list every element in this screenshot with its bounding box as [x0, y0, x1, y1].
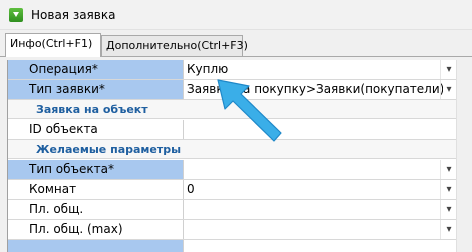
area-max-label: Пл. общ. (max): [8, 220, 184, 239]
operation-value[interactable]: Куплю: [185, 60, 443, 79]
row-request-type[interactable]: Тип заявки* Заявки на покупку>Заявки(пок…: [8, 80, 472, 100]
partial-row-label: [8, 240, 184, 252]
request-type-value[interactable]: Заявки на покупку>Заявки(покупатели)>: [185, 80, 443, 99]
row-area[interactable]: Пл. общ. ▾: [8, 200, 472, 220]
section-desired-params: Желаемые параметры: [8, 140, 472, 159]
row-object-id[interactable]: ID объекта: [8, 120, 472, 140]
chevron-down-icon[interactable]: ▾: [440, 180, 457, 199]
request-type-label: Тип заявки*: [8, 80, 184, 99]
object-id-label: ID объекта: [8, 120, 184, 139]
object-type-label: Тип объекта*: [8, 160, 184, 179]
row-area-max[interactable]: Пл. общ. (max) ▾: [8, 220, 472, 240]
tab-strip: Инфо(Ctrl+F1) Дополнительно(Ctrl+F3): [0, 30, 472, 57]
section-object-request: Заявка на объект: [8, 100, 472, 119]
rooms-value[interactable]: 0: [185, 180, 443, 199]
chevron-down-icon[interactable]: ▾: [440, 200, 457, 219]
tab-info[interactable]: Инфо(Ctrl+F1): [5, 33, 101, 57]
vertical-scrollbar[interactable]: [456, 60, 472, 252]
chevron-down-icon[interactable]: ▾: [440, 220, 457, 239]
row-rooms[interactable]: Комнат 0 ▾: [8, 180, 472, 200]
object-type-value[interactable]: [185, 160, 443, 179]
area-max-value[interactable]: [185, 220, 443, 239]
app-download-icon: [9, 8, 23, 22]
window-title: Новая заявка: [31, 8, 116, 22]
chevron-down-icon[interactable]: ▾: [440, 60, 457, 79]
area-label: Пл. общ.: [8, 200, 184, 219]
chevron-down-icon[interactable]: ▾: [440, 160, 457, 179]
area-value[interactable]: [185, 200, 443, 219]
row-partial: [8, 240, 472, 252]
row-object-type[interactable]: Тип объекта* ▾: [8, 160, 472, 180]
tab-additional[interactable]: Дополнительно(Ctrl+F3): [101, 35, 248, 56]
operation-label: Операция*: [8, 60, 184, 79]
rooms-label: Комнат: [8, 180, 184, 199]
property-grid: Операция* Куплю ▾ Тип заявки* Заявки на …: [7, 60, 472, 252]
row-operation[interactable]: Операция* Куплю ▾: [8, 60, 472, 80]
title-bar: Новая заявка: [0, 0, 472, 30]
chevron-down-icon[interactable]: ▾: [440, 80, 457, 99]
object-id-value[interactable]: [185, 120, 443, 139]
